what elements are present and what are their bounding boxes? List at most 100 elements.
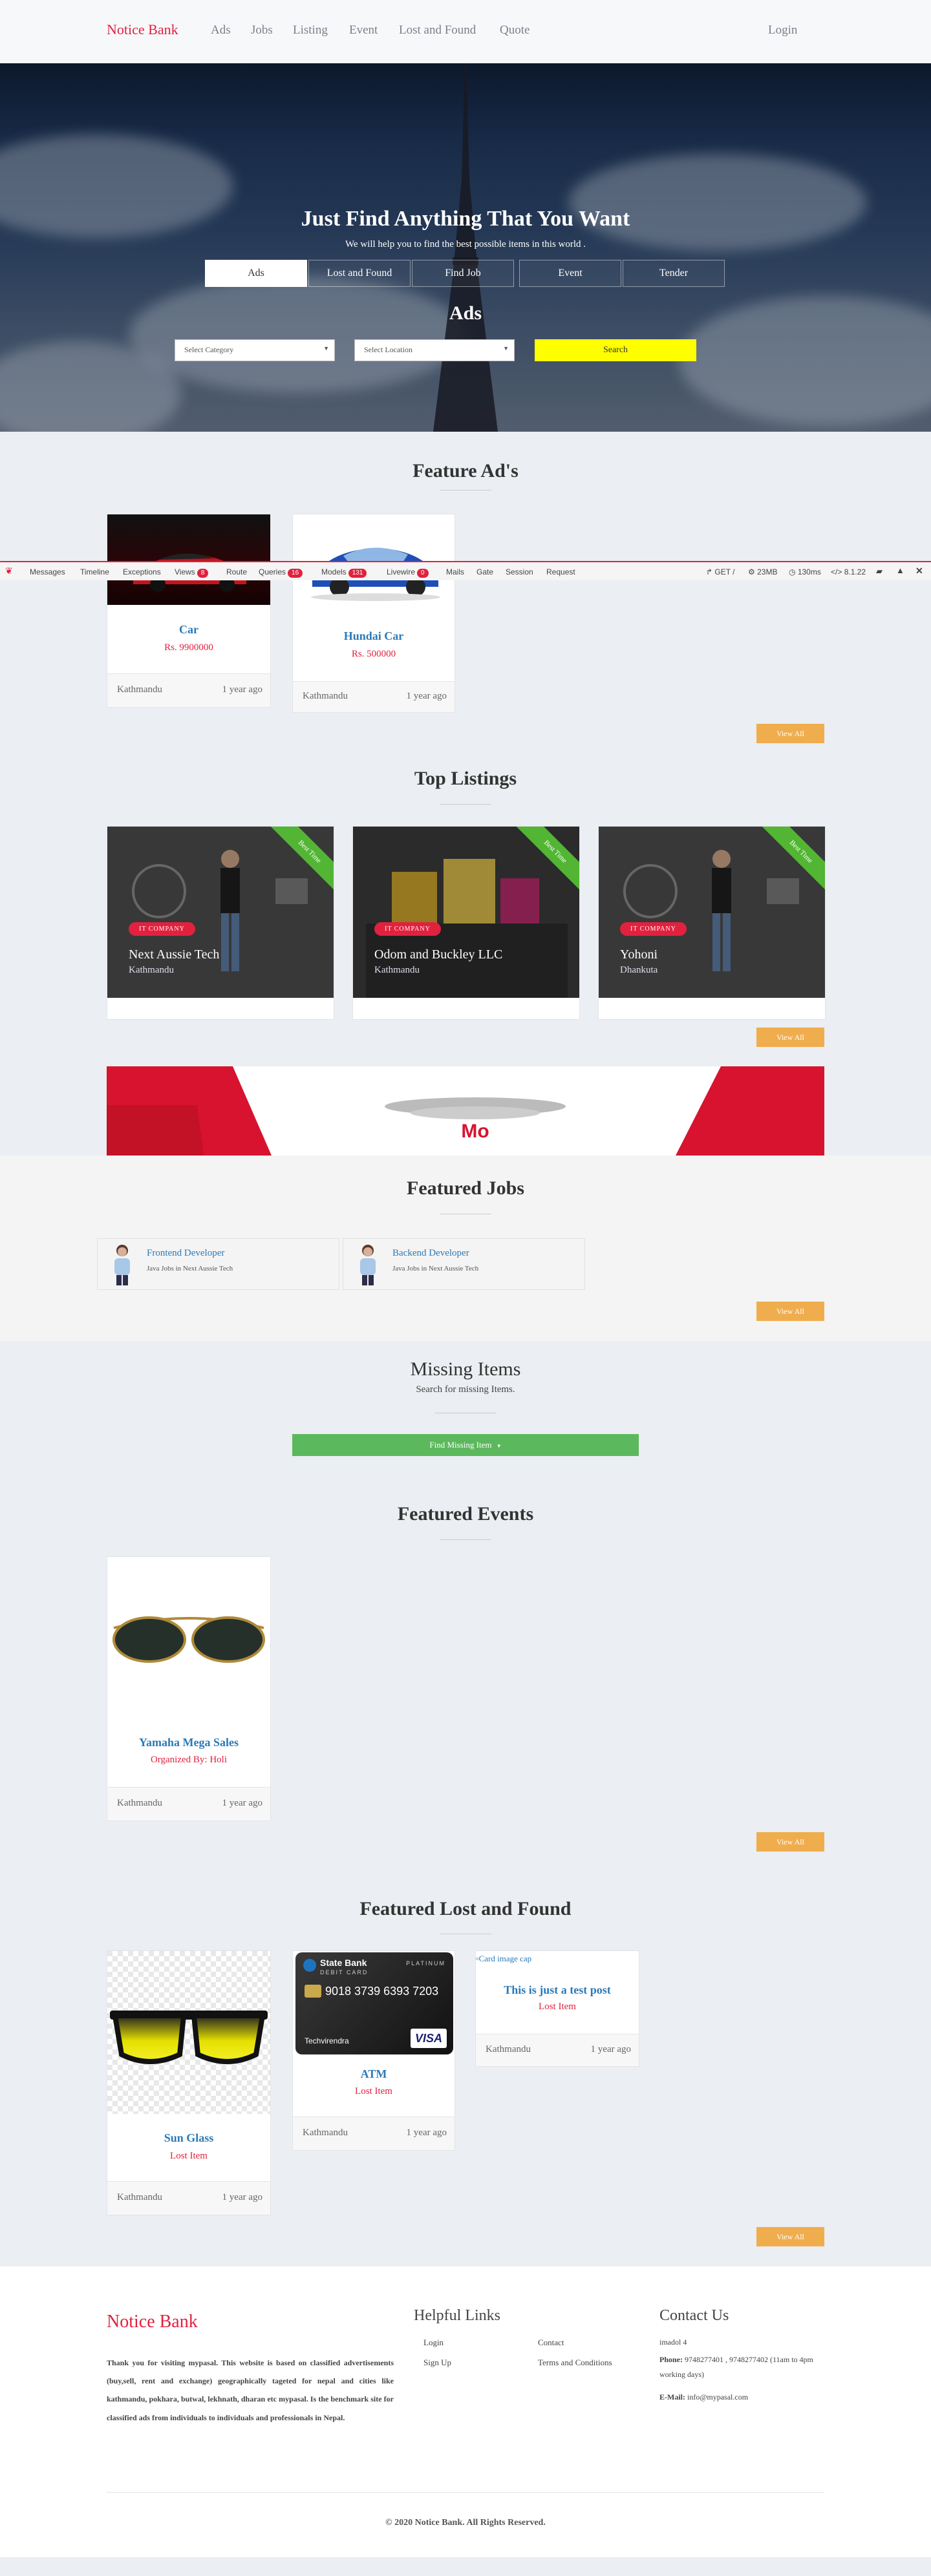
debug-tab-models[interactable]: Models 131 — [321, 567, 367, 578]
nav-ads[interactable]: Ads — [211, 23, 231, 37]
job-title[interactable]: Backend Developer — [392, 1248, 469, 1259]
category-select[interactable]: Select Category ▼ — [175, 339, 335, 361]
job-card[interactable]: Frontend Developer Java Jobs in Next Aus… — [97, 1238, 339, 1290]
job-subtitle: Java Jobs in Next Aussie Tech — [147, 1265, 233, 1272]
location-select[interactable]: Select Location ▼ — [354, 339, 515, 361]
view-all-events-button[interactable]: View All — [756, 1832, 824, 1852]
debug-method: ↱ GET / — [706, 567, 735, 576]
listing-location: Dhankuta — [620, 965, 658, 975]
view-all-jobs-button[interactable]: View All — [756, 1302, 824, 1321]
listing-name[interactable]: Next Aussie Tech — [129, 947, 219, 962]
tab-ads[interactable]: Ads — [205, 260, 307, 287]
debug-tab-label: Livewire — [387, 567, 416, 576]
view-all-listings-button[interactable]: View All — [756, 1028, 824, 1047]
atm-card-bank: State Bank — [320, 1958, 367, 1968]
listing-card[interactable]: Best Time IT COMPANY Next Aussie Tech Ka… — [107, 826, 334, 1020]
broken-image-alt-text: Card image cap — [478, 1954, 532, 1963]
view-all-ads-button[interactable]: View All — [756, 724, 824, 743]
nav-lost-and-found[interactable]: Lost and Found — [399, 23, 476, 37]
ad-title[interactable]: Hundai Car — [293, 629, 455, 643]
section-divider — [440, 490, 491, 491]
view-all-lost-found-button[interactable]: View All — [756, 2227, 824, 2246]
page-bottom — [0, 2557, 931, 2576]
atm-card-image: State Bank DEBIT CARD PLATINUM 9018 3739… — [295, 1952, 453, 2054]
nav-jobs[interactable]: Jobs — [251, 23, 273, 37]
debug-tab-request[interactable]: Request — [546, 567, 575, 576]
folder-icon[interactable]: ▰ — [876, 566, 883, 576]
debug-memory: ⚙ 23MB — [748, 567, 778, 576]
debug-tab-label: Views — [175, 567, 195, 576]
advert-banner[interactable]: Mo — [107, 1066, 824, 1156]
lost-item-card[interactable]: State Bank DEBIT CARD PLATINUM 9018 3739… — [292, 1950, 455, 2151]
footer-link-signup[interactable]: Sign Up — [423, 2358, 451, 2368]
tab-find-job[interactable]: Find Job — [412, 260, 514, 287]
ad-location: Kathmandu — [117, 684, 162, 695]
nav-listing[interactable]: Listing — [293, 23, 328, 37]
listing-card[interactable]: Best Time IT COMPANY Odom and Buckley LL… — [352, 826, 580, 1020]
hero-subtitle: We will help you to find the best possib… — [345, 239, 586, 249]
category-badge[interactable]: IT COMPANY — [620, 922, 687, 936]
brand-logo[interactable]: Notice Bank — [107, 21, 178, 38]
debugbar-logo-icon[interactable]: ❦ — [5, 565, 13, 576]
search-button[interactable]: Search — [535, 339, 696, 361]
ad-time: 1 year ago — [406, 691, 447, 701]
debug-tab-timeline[interactable]: Timeline — [80, 567, 109, 576]
ad-card[interactable]: Car Rs. 9900000 Kathmandu 1 year ago — [107, 514, 271, 708]
footer-link-contact[interactable]: Contact — [538, 2338, 564, 2348]
lost-item-tag: Lost Item — [170, 2151, 208, 2161]
footer-brand[interactable]: Notice Bank — [107, 2312, 198, 2332]
debug-tab-views[interactable]: Views 8 — [175, 567, 209, 578]
atm-card-type: DEBIT CARD — [320, 1969, 369, 1976]
email-value[interactable]: info@mypasal.com — [687, 2392, 748, 2402]
listing-name[interactable]: Odom and Buckley LLC — [374, 947, 502, 962]
chevron-down-icon: ▼ — [503, 345, 509, 352]
job-card[interactable]: Backend Developer Java Jobs in Next Auss… — [343, 1238, 585, 1290]
nav-quote[interactable]: Quote — [500, 23, 530, 37]
lost-item-title[interactable]: Sun Glass — [107, 2131, 270, 2145]
find-missing-item-button[interactable]: Find Missing Item ▼ — [292, 1434, 639, 1456]
event-card[interactable]: Yamaha Mega Sales Organized By: Holi Kat… — [107, 1556, 271, 1821]
footer-link-login[interactable]: Login — [423, 2338, 444, 2348]
debug-tab-livewire[interactable]: Livewire 0 — [387, 567, 429, 578]
event-title[interactable]: Yamaha Mega Sales — [107, 1736, 270, 1749]
ad-title[interactable]: Car — [107, 623, 270, 637]
search-heading: Ads — [449, 302, 482, 324]
job-title[interactable]: Frontend Developer — [147, 1248, 224, 1259]
debug-tab-queries[interactable]: Queries 16 — [259, 567, 303, 578]
listing-card[interactable]: Best Time IT COMPANY Yohoni Dhankuta — [598, 826, 826, 1020]
livewire-count-badge: 0 — [417, 569, 429, 578]
lost-item-title[interactable]: This is just a test post — [476, 1983, 639, 1997]
footer-link-terms[interactable]: Terms and Conditions — [538, 2358, 612, 2368]
debug-tab-route[interactable]: Route — [226, 567, 247, 576]
ad-location: Kathmandu — [303, 691, 348, 701]
featured-ads-title: Feature Ad's — [412, 460, 519, 481]
debug-tab-exceptions[interactable]: Exceptions — [123, 567, 161, 576]
lost-item-time: 1 year ago — [406, 2127, 447, 2138]
category-badge[interactable]: IT COMPANY — [129, 922, 195, 936]
lost-item-card[interactable]: ▫Card image cap This is just a test post… — [475, 1950, 639, 2067]
contact-email: E-Mail: info@mypasal.com — [659, 2390, 748, 2405]
phone-label: Phone: — [659, 2355, 683, 2364]
job-person-image — [114, 1245, 130, 1285]
tab-tender[interactable]: Tender — [623, 260, 725, 287]
debug-tab-session[interactable]: Session — [506, 567, 533, 576]
listing-name[interactable]: Yohoni — [620, 947, 658, 962]
job-subtitle: Java Jobs in Next Aussie Tech — [392, 1265, 479, 1272]
chevron-up-icon[interactable]: ▲ — [896, 565, 904, 575]
tab-lost-and-found[interactable]: Lost and Found — [308, 260, 411, 287]
close-icon[interactable]: ✕ — [915, 565, 923, 576]
ad-card[interactable]: Hundai Car Rs. 500000 Kathmandu 1 year a… — [292, 514, 455, 713]
tab-event[interactable]: Event — [519, 260, 621, 287]
debug-tab-mails[interactable]: Mails — [446, 567, 464, 576]
ad-footer: Kathmandu 1 year ago — [293, 681, 455, 712]
lost-item-card[interactable]: Sun Glass Lost Item Kathmandu 1 year ago — [107, 1950, 271, 2215]
debug-tab-messages[interactable]: Messages — [30, 567, 65, 576]
debug-tab-gate[interactable]: Gate — [476, 567, 493, 576]
lost-item-title[interactable]: ATM — [293, 2067, 455, 2081]
login-link[interactable]: Login — [768, 23, 797, 37]
broken-image-alt: ▫Card image cap — [476, 1954, 531, 1964]
category-badge[interactable]: IT COMPANY — [374, 922, 441, 936]
models-count-badge: 131 — [348, 569, 367, 578]
event-organizer: Organized By: Holi — [150, 1755, 228, 1765]
nav-event[interactable]: Event — [349, 23, 378, 37]
